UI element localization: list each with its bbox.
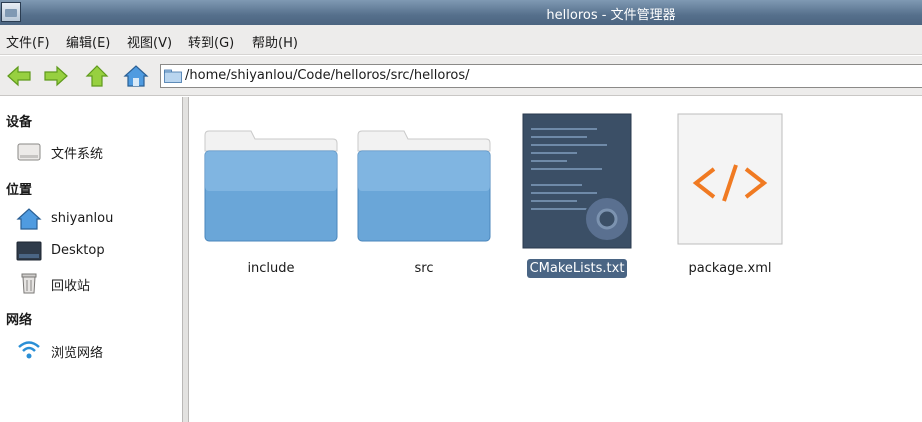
menu-file[interactable]: 文件(F)	[6, 32, 50, 51]
sidebar-item-home[interactable]: shiyanlou	[16, 207, 176, 233]
xml-file-icon	[677, 113, 783, 245]
home-icon	[16, 208, 42, 230]
section-places: 位置	[6, 183, 33, 198]
arrow-right-icon	[44, 65, 68, 87]
network-icon	[18, 341, 40, 359]
sidebar-item-label: 回收站	[51, 279, 91, 294]
file-item-src[interactable]: src	[354, 111, 494, 286]
location-path[interactable]: /home/shiyanlou/Code/helloros/src/hellor…	[185, 68, 470, 83]
home-icon	[123, 65, 149, 87]
sidebar-item-label: Desktop	[51, 243, 105, 258]
file-name: src	[414, 261, 434, 276]
toolbar: /home/shiyanlou/Code/helloros/src/hellor…	[0, 56, 922, 96]
trash-icon	[21, 273, 37, 294]
desktop-icon	[16, 241, 42, 261]
sidebar-item-label: 浏览网络	[51, 346, 104, 361]
sidebar-item-label: 文件系统	[51, 147, 104, 162]
menu-help[interactable]: 帮助(H)	[252, 32, 298, 51]
sidebar-item-label: shiyanlou	[51, 211, 114, 226]
pane-splitter[interactable]	[182, 97, 189, 422]
home-button[interactable]	[123, 64, 149, 88]
up-button[interactable]	[84, 64, 110, 88]
file-item-package-xml[interactable]: package.xml	[660, 111, 800, 286]
file-name: package.xml	[688, 261, 772, 276]
sidebar-item-filesystem[interactable]: 文件系统	[16, 139, 176, 165]
menu-go[interactable]: 转到(G)	[188, 32, 234, 51]
file-item-cmakelists[interactable]: CMakeLists.txt	[507, 111, 647, 286]
location-bar[interactable]: /home/shiyanlou/Code/helloros/src/hellor…	[160, 64, 922, 88]
arrow-left-icon	[7, 65, 31, 87]
menu-edit[interactable]: 编辑(E)	[66, 32, 110, 51]
menu-bar: 文件(F) 编辑(E) 视图(V) 转到(G) 帮助(H)	[0, 25, 922, 55]
file-view: include src CMakeLists.txt package.xml	[189, 97, 922, 422]
folder-icon	[164, 69, 182, 83]
file-name: include	[247, 261, 295, 276]
menu-view[interactable]: 视图(V)	[127, 32, 172, 51]
back-button[interactable]	[6, 64, 32, 88]
folder-icon	[357, 130, 491, 242]
window-title: helloros - 文件管理器	[546, 8, 676, 23]
file-name: CMakeLists.txt	[507, 259, 647, 278]
drive-icon	[17, 143, 41, 161]
arrow-up-icon	[85, 65, 109, 87]
sidebar-item-browse-network[interactable]: 浏览网络	[16, 338, 176, 364]
sidebar-item-desktop[interactable]: Desktop	[16, 239, 176, 265]
title-bar: helloros - 文件管理器	[0, 0, 922, 25]
file-item-include[interactable]: include	[201, 111, 341, 286]
section-network: 网络	[6, 313, 33, 328]
sidebar: 设备 文件系统 位置 shiyanlou Desktop 回收站 网络 浏览网络	[0, 97, 182, 422]
forward-button[interactable]	[43, 64, 69, 88]
script-file-icon	[522, 113, 632, 249]
section-devices: 设备	[6, 115, 33, 130]
folder-icon	[204, 130, 338, 242]
sidebar-item-trash[interactable]: 回收站	[16, 271, 176, 297]
